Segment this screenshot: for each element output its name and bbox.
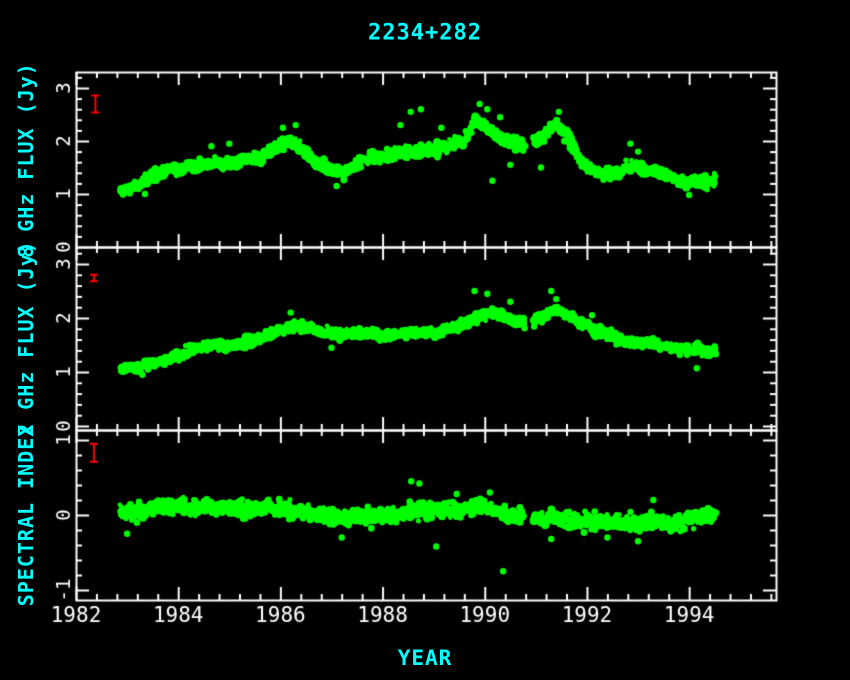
- radio-light-curve-figure: 2234+282 8 GHz FLUX (Jy) 2 GHz FLUX (Jy)…: [0, 0, 850, 680]
- y-axis-label-spectral-index: SPECTRAL INDEX: [14, 424, 38, 607]
- y-axis-label-2ghz: 2 GHz FLUX (Jy): [14, 240, 38, 436]
- y-axis-label-8ghz: 8 GHz FLUX (Jy): [14, 62, 38, 258]
- x-axis-label: YEAR: [398, 646, 453, 670]
- plot-canvas: [0, 0, 850, 680]
- figure-title: 2234+282: [368, 21, 482, 46]
